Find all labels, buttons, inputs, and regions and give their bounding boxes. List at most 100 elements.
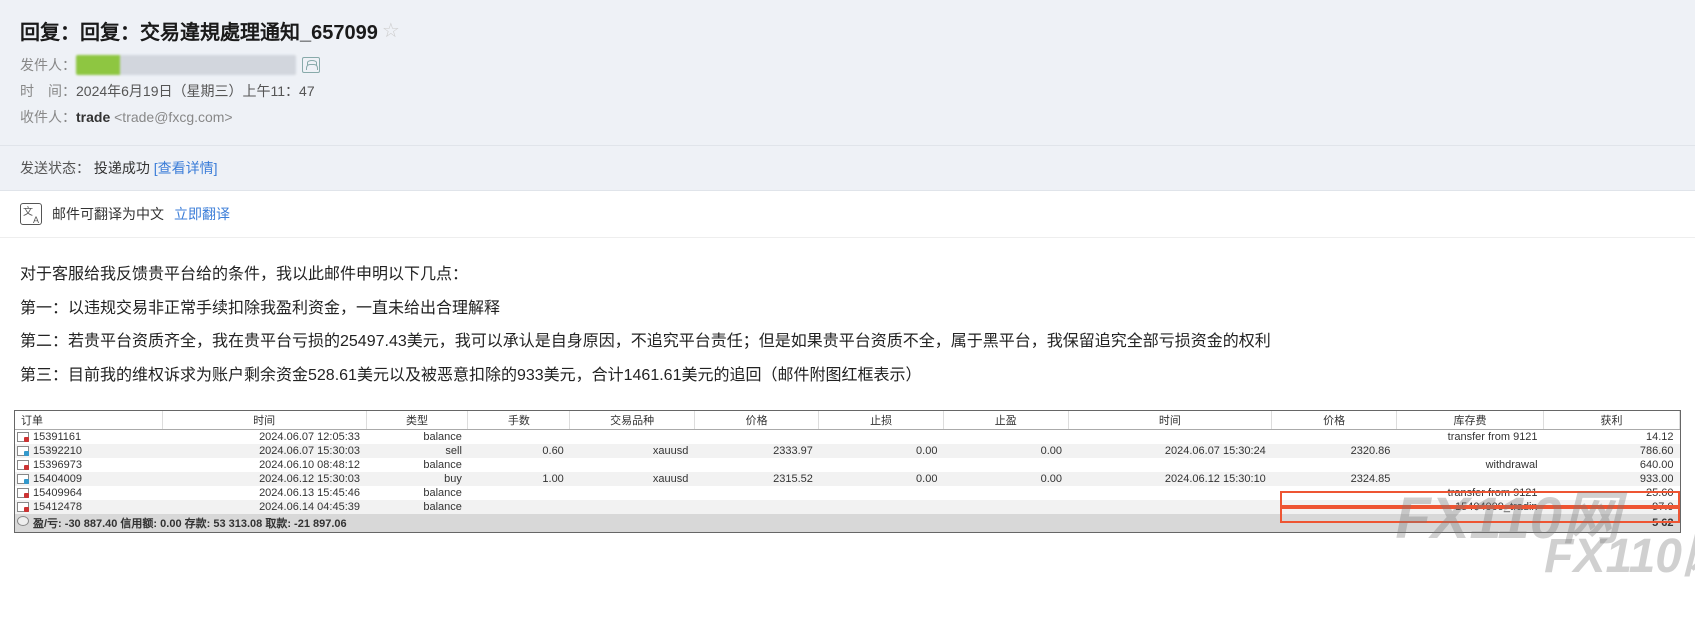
cell-profit: 97.0	[1544, 500, 1680, 514]
cell-time2: 2024.06.07 15:30:24	[1068, 444, 1272, 458]
table-row[interactable]: 154099642024.06.13 15:45:46balancetransf…	[15, 486, 1680, 500]
th-tp[interactable]: 止盈	[943, 411, 1068, 430]
email-body: 对于客服给我反馈贵平台给的条件，我以此邮件申明以下几点： 第一：以违规交易非正常…	[0, 238, 1695, 402]
cell-time2	[1068, 500, 1272, 514]
cell-tp	[943, 430, 1068, 445]
translate-icon	[20, 203, 42, 225]
cell-time2	[1068, 458, 1272, 472]
cell-time2	[1068, 486, 1272, 500]
cell-type: balance	[366, 500, 468, 514]
th-time2[interactable]: 时间	[1068, 411, 1272, 430]
cell-price: 2315.52	[694, 472, 819, 486]
cell-symbol	[570, 458, 695, 472]
th-price2[interactable]: 价格	[1272, 411, 1397, 430]
cell-time: 2024.06.07 12:05:33	[162, 430, 366, 445]
table-row[interactable]: 153922102024.06.07 15:30:03sell0.60xauus…	[15, 444, 1680, 458]
cell-order: 15396973	[15, 458, 162, 472]
cell-profit: 640.00	[1544, 458, 1680, 472]
cell-price2: 2324.85	[1272, 472, 1397, 486]
time-value: 2024年6月19日（星期三）上午11：47	[76, 81, 315, 101]
th-type[interactable]: 类型	[366, 411, 468, 430]
cell-fee	[1396, 444, 1543, 458]
cell-lots	[468, 486, 570, 500]
cell-price	[694, 430, 819, 445]
cell-profit: 933.00	[1544, 472, 1680, 486]
cell-order: 15409964	[15, 486, 162, 500]
status-details-link[interactable]: [查看详情]	[154, 160, 218, 176]
table-row[interactable]: 153911612024.06.07 12:05:33balancetransf…	[15, 430, 1680, 445]
cell-sl	[819, 458, 944, 472]
cell-type: sell	[366, 444, 468, 458]
cell-price: 2333.97	[694, 444, 819, 458]
recipient-label: 收件人：	[20, 107, 76, 127]
th-sl[interactable]: 止损	[819, 411, 944, 430]
cell-tp	[943, 500, 1068, 514]
cell-price2	[1272, 430, 1397, 445]
cell-tp	[943, 486, 1068, 500]
table-row[interactable]: 154124782024.06.14 04:45:39balance154040…	[15, 500, 1680, 514]
cell-sl: 0.00	[819, 444, 944, 458]
th-price[interactable]: 价格	[694, 411, 819, 430]
body-line-1: 对于客服给我反馈贵平台给的条件，我以此邮件申明以下几点：	[20, 258, 1675, 292]
body-line-2: 第一：以违规交易非正常手续扣除我盈利资金，一直未给出合理解释	[20, 292, 1675, 326]
email-subject: 回复：回复：交易違規處理通知_657099	[20, 16, 378, 45]
summary-row: 盈/亏: -30 887.40 信用额: 0.00 存款: 53 313.08 …	[15, 514, 1680, 532]
cell-fee: 15404009_tradin	[1396, 500, 1543, 514]
cell-price2	[1272, 486, 1397, 500]
cell-time: 2024.06.14 04:45:39	[162, 500, 366, 514]
cell-time2: 2024.06.12 15:30:10	[1068, 472, 1272, 486]
sender-value-redacted	[76, 55, 296, 75]
cell-sl	[819, 430, 944, 445]
cell-type: buy	[366, 472, 468, 486]
th-profit[interactable]: 获利	[1544, 411, 1680, 430]
cell-symbol	[570, 500, 695, 514]
cell-tp: 0.00	[943, 444, 1068, 458]
row-status-icon	[17, 488, 29, 498]
summary-right: 5 62	[1544, 514, 1680, 532]
cell-profit: 14.12	[1544, 430, 1680, 445]
cell-tp	[943, 458, 1068, 472]
translate-text: 邮件可翻译为中文	[52, 204, 164, 224]
cell-profit: 25.60	[1544, 486, 1680, 500]
row-status-icon	[17, 432, 29, 442]
row-status-icon	[17, 446, 29, 456]
th-lots[interactable]: 手数	[468, 411, 570, 430]
th-time[interactable]: 时间	[162, 411, 366, 430]
cell-tp: 0.00	[943, 472, 1068, 486]
cell-lots: 0.60	[468, 444, 570, 458]
cell-sl	[819, 486, 944, 500]
cell-fee: withdrawal	[1396, 458, 1543, 472]
cell-price	[694, 486, 819, 500]
recipient-email: <trade@fxcg.com>	[114, 109, 233, 125]
summary-icon	[17, 516, 29, 526]
trade-table-container: 订单 时间 类型 手数 交易品种 价格 止损 止盈 时间 价格 库存费 获利 1…	[14, 410, 1681, 533]
body-line-4: 第三：目前我的维权诉求为账户剩余资金528.61美元以及被恶意扣除的933美元，…	[20, 359, 1675, 393]
cell-time: 2024.06.13 15:45:46	[162, 486, 366, 500]
cell-order: 15391161	[15, 430, 162, 445]
cell-time: 2024.06.12 15:30:03	[162, 472, 366, 486]
recipient-name[interactable]: trade	[76, 109, 110, 125]
cell-price2: 2320.86	[1272, 444, 1397, 458]
cell-lots	[468, 430, 570, 445]
table-row[interactable]: 154040092024.06.12 15:30:03buy1.00xauusd…	[15, 472, 1680, 486]
cell-type: balance	[366, 486, 468, 500]
cell-price2	[1272, 500, 1397, 514]
cell-sl: 0.00	[819, 472, 944, 486]
row-status-icon	[17, 474, 29, 484]
cell-symbol: xauusd	[570, 444, 695, 458]
cell-lots: 1.00	[468, 472, 570, 486]
translate-link[interactable]: 立即翻译	[174, 204, 230, 224]
cell-price	[694, 500, 819, 514]
cell-type: balance	[366, 430, 468, 445]
table-row[interactable]: 153969732024.06.10 08:48:12balancewithdr…	[15, 458, 1680, 472]
trade-table: 订单 时间 类型 手数 交易品种 价格 止损 止盈 时间 价格 库存费 获利 1…	[15, 411, 1680, 532]
cell-sl	[819, 500, 944, 514]
time-label: 时 间：	[20, 81, 76, 101]
th-symbol[interactable]: 交易品种	[570, 411, 695, 430]
th-fee[interactable]: 库存费	[1396, 411, 1543, 430]
status-value: 投递成功	[94, 160, 150, 176]
cell-symbol: xauusd	[570, 472, 695, 486]
contact-card-icon[interactable]	[302, 57, 320, 73]
star-icon[interactable]: ☆	[382, 18, 400, 43]
th-order[interactable]: 订单	[15, 411, 162, 430]
